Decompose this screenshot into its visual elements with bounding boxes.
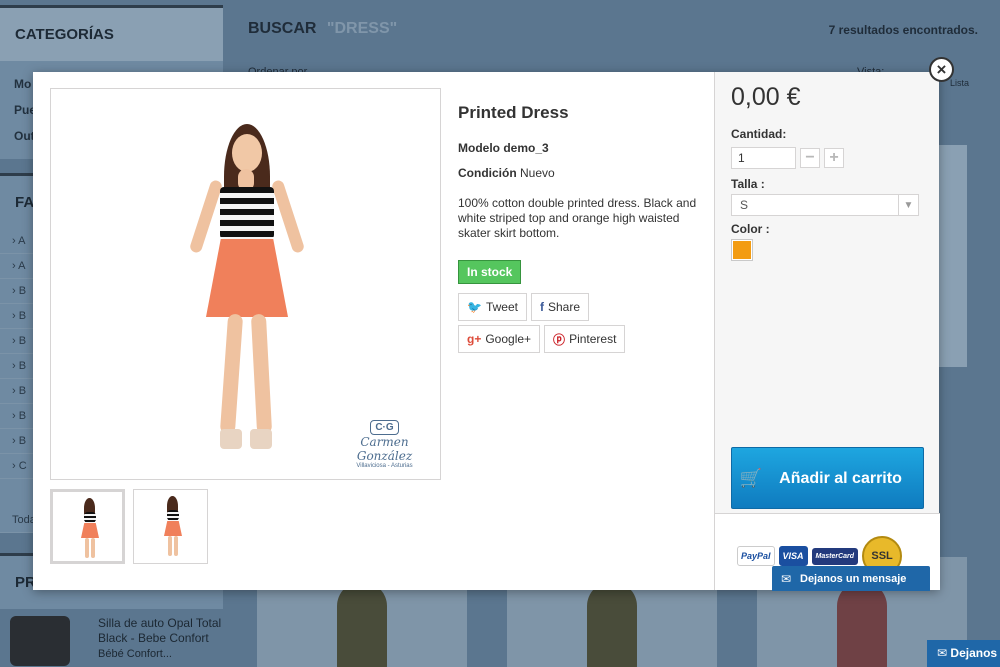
filter-item-label: A [18, 235, 26, 247]
chat-label: Dejanos un mensaje [800, 572, 907, 585]
filter-item-label: B [18, 385, 27, 397]
chevron-down-icon: ▼ [898, 195, 918, 215]
share-label: Share [547, 300, 580, 314]
color-swatch-orange[interactable] [731, 239, 753, 261]
buy-box: 0,00 € Cantidad: − + Talla : S ▼ Color :… [714, 72, 940, 590]
product-main-image[interactable]: C·G Carmen González Villaviciosa - Astur… [50, 88, 441, 480]
googleplus-label: Google+ [485, 332, 532, 346]
filter-item-label: B [18, 310, 27, 322]
thumbnail-1[interactable] [50, 489, 125, 564]
twitter-icon: 🐦 [467, 300, 482, 314]
payment-logo-mc: MasterCard [811, 547, 859, 565]
brand-logo: C·G Carmen González Villaviciosa - Astur… [337, 417, 432, 469]
chat-bottom-label: Dejanos [950, 646, 998, 660]
chevron-right-icon: › [12, 460, 16, 472]
condition-value: Nuevo [520, 166, 555, 180]
size-label: Talla : [731, 177, 765, 191]
product-price: 0,00 € [731, 83, 801, 111]
tweet-label: Tweet [485, 300, 518, 314]
tweet-button[interactable]: 🐦 Tweet [458, 293, 527, 321]
googleplus-icon: g+ [467, 332, 482, 346]
product-title: Printed Dress [458, 103, 569, 122]
pinterest-button[interactable]: ⓟ Pinterest [544, 325, 626, 353]
results-count: 7 resultados encontrados. [828, 23, 978, 37]
filter-item-label: B [18, 410, 27, 422]
background-product-card [935, 145, 967, 367]
cart-item-name[interactable]: Silla de auto Opal Total Black - Bebe Co… [98, 616, 223, 646]
chevron-right-icon: › [12, 260, 16, 272]
cart-item[interactable]: Silla de auto Opal Total Black - Bebe Co… [0, 606, 223, 667]
pinterest-label: Pinterest [569, 332, 617, 346]
size-value: S [740, 198, 749, 212]
payment-logo-visa: VISA [778, 546, 808, 566]
search-header: BUSCAR "DRESS" 7 resultados encontrados. [248, 20, 978, 50]
color-swatch-fill [733, 241, 751, 259]
facebook-share-button[interactable]: f Share [530, 293, 589, 321]
quantity-input[interactable] [731, 147, 796, 169]
chevron-right-icon: › [12, 335, 16, 347]
logo-badge: C·G [370, 420, 399, 435]
quantity-label: Cantidad: [731, 127, 787, 141]
thumbnail-2[interactable] [133, 489, 208, 564]
categories-title: CATEGORÍAS [0, 8, 223, 61]
chevron-right-icon: › [12, 385, 16, 397]
add-to-cart-label: Añadir al carrito [779, 469, 902, 487]
googleplus-button[interactable]: g+ Google+ [458, 325, 541, 353]
chat-button[interactable]: ✉ Dejanos un mensaje [772, 566, 930, 591]
model-value: demo_3 [503, 141, 549, 155]
cart-item-thumb [10, 616, 70, 666]
chevron-right-icon: › [12, 235, 16, 247]
thumbnail-list [50, 489, 208, 564]
condition-row: Condición Nuevo [458, 166, 703, 180]
filter-item-label: B [18, 435, 27, 447]
add-to-cart-button[interactable]: 🛒 Añadir al carrito [731, 447, 924, 509]
search-term: "DRESS" [326, 20, 398, 37]
facebook-icon: f [539, 300, 544, 314]
close-icon[interactable]: × [929, 57, 954, 82]
filter-item-label: C [18, 460, 27, 472]
product-description: 100% cotton double printed dress. Black … [458, 196, 697, 240]
condition-label: Condición [458, 166, 517, 180]
quick-view-modal: C·G Carmen González Villaviciosa - Astur… [33, 72, 940, 590]
pinterest-icon: ⓟ [553, 332, 566, 347]
chevron-right-icon: › [12, 435, 16, 447]
cart-item-brand: Bébé Confort... [98, 648, 172, 660]
color-label: Color : [731, 222, 770, 236]
mail-icon: ✉ [937, 646, 948, 660]
chevron-right-icon: › [12, 360, 16, 372]
quantity-minus-button[interactable]: − [800, 148, 820, 168]
payment-logo-paypal: PayPal [737, 546, 775, 566]
filter-item-label: A [18, 260, 26, 272]
product-photo [176, 124, 316, 464]
logo-name: Carmen González [356, 435, 413, 463]
stock-badge: In stock [458, 260, 522, 284]
search-label: BUSCAR [248, 20, 317, 37]
chevron-right-icon: › [12, 310, 16, 322]
chat-bottom-button[interactable]: ✉ Dejanos [927, 640, 1000, 667]
filter-item-label: B [18, 285, 27, 297]
mail-icon: ✉ [780, 571, 792, 586]
logo-subtitle: Villaviciosa - Asturias [356, 463, 413, 469]
cart-icon: 🛒 [739, 467, 763, 488]
model-label: Modelo [458, 141, 500, 155]
chevron-right-icon: › [12, 285, 16, 297]
social-share: 🐦 Tweet f Share g+ Google+ ⓟ Pinterest [458, 293, 673, 353]
filter-item-label: B [18, 360, 27, 372]
model-row: Modelo demo_3 [458, 141, 703, 155]
quantity-plus-button[interactable]: + [824, 148, 844, 168]
filter-item-label: B [18, 335, 27, 347]
product-info: Printed Dress Modelo demo_3 Condición Nu… [458, 88, 703, 353]
chevron-right-icon: › [12, 410, 16, 422]
size-select[interactable]: S ▼ [731, 194, 919, 216]
view-list-label[interactable]: Lista [950, 78, 969, 88]
